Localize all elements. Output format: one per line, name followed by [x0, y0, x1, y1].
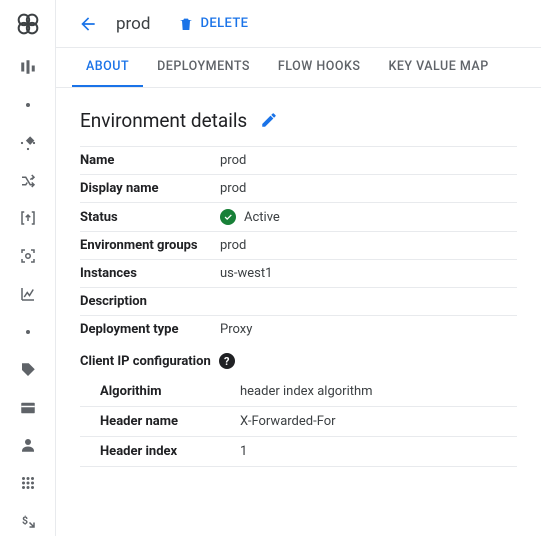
row-name: Name prod — [80, 147, 517, 175]
nav-money-icon[interactable]: $ — [8, 506, 48, 536]
tab-key-value-map[interactable]: KEY VALUE MAP — [374, 47, 502, 87]
nav-brackets-icon[interactable] — [8, 203, 48, 233]
tabs: ABOUT DEPLOYMENTS FLOW HOOKS KEY VALUE M… — [56, 48, 541, 88]
row-description: Description — [80, 288, 517, 316]
svg-text:$: $ — [22, 514, 28, 527]
value-instances: us-west1 — [220, 260, 517, 288]
tab-about[interactable]: ABOUT — [72, 47, 143, 87]
value-deptype: Proxy — [220, 316, 517, 344]
label-index: Header index — [80, 437, 240, 467]
pencil-icon — [260, 111, 278, 129]
value-algo: header index algorithm — [240, 377, 517, 407]
nav-dashboard-icon[interactable] — [8, 52, 48, 82]
value-index: 1 — [240, 437, 517, 467]
value-display: prod — [220, 175, 517, 203]
section-heading: Environment details — [80, 109, 247, 132]
header: prod DELETE — [56, 0, 541, 48]
nav-dot-1[interactable] — [8, 90, 48, 120]
back-button[interactable] — [72, 8, 104, 40]
value-header: X-Forwarded-For — [240, 407, 517, 437]
content: Environment details Name prod Display na… — [56, 88, 541, 487]
value-status: Active — [244, 210, 280, 225]
clientip-table: Algorithim header index algorithm Header… — [80, 377, 517, 467]
trash-icon — [178, 16, 194, 32]
tab-label: DEPLOYMENTS — [157, 59, 250, 74]
help-icon[interactable]: ? — [219, 353, 235, 369]
value-envgroups: prod — [220, 232, 517, 260]
delete-label: DELETE — [200, 16, 248, 31]
label-description: Description — [80, 288, 220, 316]
row-header-index: Header index 1 — [80, 437, 517, 467]
app-logo — [12, 10, 44, 38]
nav-target-icon[interactable] — [8, 241, 48, 271]
main-area: prod DELETE ABOUT DEPLOYMENTS FLOW HOOKS… — [56, 0, 541, 536]
label-name: Name — [80, 147, 220, 175]
tab-label: KEY VALUE MAP — [388, 59, 488, 74]
row-env-groups: Environment groups prod — [80, 232, 517, 260]
nav-dot-2[interactable] — [8, 317, 48, 347]
tab-deployments[interactable]: DEPLOYMENTS — [143, 47, 264, 87]
page-title: prod — [116, 14, 150, 34]
tab-label: FLOW HOOKS — [278, 59, 361, 74]
nav-analytics-icon[interactable] — [8, 279, 48, 309]
nav-card-icon[interactable] — [8, 393, 48, 423]
row-status: Status Active — [80, 203, 517, 232]
label-algo: Algorithim — [80, 377, 240, 407]
label-header: Header name — [80, 407, 240, 437]
row-algorithm: Algorithim header index algorithm — [80, 377, 517, 407]
label-display: Display name — [80, 175, 220, 203]
label-envgroups: Environment groups — [80, 232, 220, 260]
label-instances: Instances — [80, 260, 220, 288]
nav-tag-icon[interactable] — [8, 355, 48, 385]
label-status: Status — [80, 203, 220, 232]
sidebar: $ — [0, 0, 56, 536]
check-icon — [220, 209, 236, 225]
delete-button[interactable]: DELETE — [178, 16, 248, 32]
row-header-name: Header name X-Forwarded-For — [80, 407, 517, 437]
value-name: prod — [220, 147, 517, 175]
row-deployment-type: Deployment type Proxy — [80, 316, 517, 344]
nav-user-icon[interactable] — [8, 431, 48, 461]
details-table: Name prod Display name prod Status Acti — [80, 146, 517, 343]
row-display-name: Display name prod — [80, 175, 517, 203]
clientip-heading: Client IP configuration ? — [80, 343, 517, 375]
nav-shuffle-icon[interactable] — [8, 166, 48, 196]
edit-button[interactable] — [257, 108, 281, 132]
clientip-title-text: Client IP configuration — [80, 354, 211, 369]
label-deptype: Deployment type — [80, 316, 220, 344]
tab-label: ABOUT — [86, 59, 129, 74]
nav-diamond-icon[interactable] — [8, 128, 48, 158]
tab-flow-hooks[interactable]: FLOW HOOKS — [264, 47, 375, 87]
value-description — [220, 288, 517, 316]
nav-grid-icon[interactable] — [8, 468, 48, 498]
row-instances: Instances us-west1 — [80, 260, 517, 288]
